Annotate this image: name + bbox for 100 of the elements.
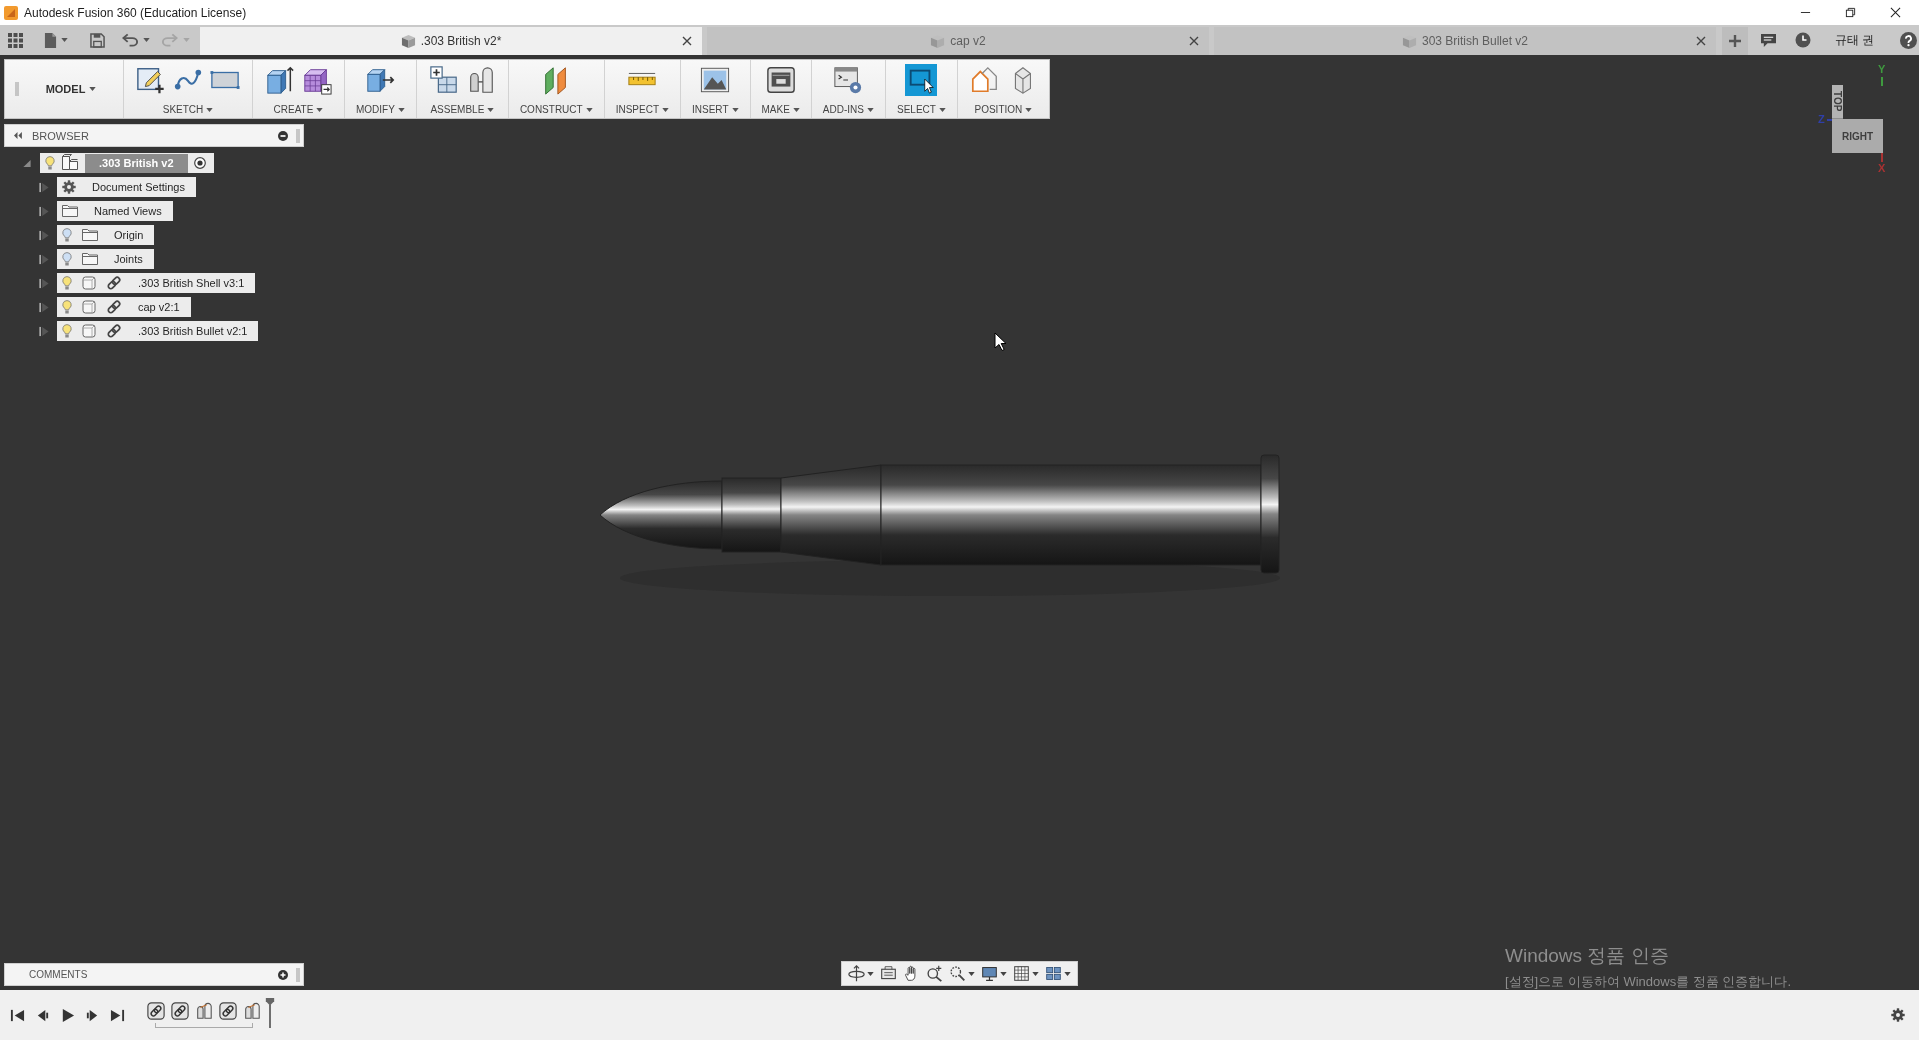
clock-icon[interactable]: [1795, 32, 1811, 48]
tree-item[interactable]: cap v2:1: [57, 297, 191, 317]
chain-square-icon[interactable]: [219, 1002, 237, 1020]
cube-icon: [400, 33, 416, 49]
document-tab[interactable]: 303 British Bullet v2: [1214, 27, 1716, 55]
link-icon: [106, 323, 122, 339]
caret-icon: [792, 107, 800, 112]
document-tab[interactable]: cap v2: [707, 27, 1209, 55]
tree-item[interactable]: .303 British Shell v3:1: [57, 273, 256, 293]
double-arrow-icon[interactable]: [13, 132, 22, 139]
caret-icon: [206, 107, 214, 112]
settings-icon[interactable]: [1891, 1008, 1905, 1022]
help-icon[interactable]: [1900, 31, 1918, 49]
device-icon[interactable]: [764, 64, 797, 96]
skip-to-end-icon[interactable]: [110, 1007, 125, 1023]
radio-button-icon[interactable]: [193, 157, 206, 169]
caret-icon: [938, 107, 946, 112]
lightbulb-icon[interactable]: [62, 300, 72, 314]
app-logo-icon: [4, 5, 18, 20]
step-forward-icon[interactable]: [85, 1007, 100, 1023]
caret-icon[interactable]: [968, 971, 975, 976]
tree-item[interactable]: Named Views: [57, 201, 173, 221]
tree-item[interactable]: .303 British Bullet v2:1: [57, 321, 259, 341]
chain-square-icon[interactable]: [171, 1002, 189, 1020]
lightbulb-icon[interactable]: [62, 252, 72, 266]
close-icon[interactable]: [1189, 36, 1199, 46]
toolbar-menu[interactable]: ASSEMBLE: [430, 104, 495, 115]
caret-icon[interactable]: [1064, 971, 1071, 976]
toolbar-menu[interactable]: MODIFY: [356, 104, 405, 115]
expand-arrow-icon[interactable]: [39, 181, 49, 193]
user-menu[interactable]: 규태 권: [1835, 25, 1875, 55]
viewports-icon[interactable]: [1045, 965, 1062, 982]
plus-circle-icon[interactable]: [278, 969, 288, 980]
activation-message: [설정]으로 이동하여 Windows를 정품 인증합니다.: [1505, 973, 1792, 990]
toolbar-menu[interactable]: CREATE: [273, 104, 324, 115]
folder-icon: [82, 253, 98, 265]
monitor-icon[interactable]: [981, 965, 998, 982]
tree-item[interactable]: Joints: [57, 249, 154, 269]
step-back-icon[interactable]: [35, 1007, 50, 1023]
file-icon[interactable]: [44, 32, 57, 48]
pillars-icon[interactable]: [195, 1002, 213, 1020]
cursor-icon: [994, 332, 1006, 351]
view-cube-face[interactable]: RIGHT: [1832, 119, 1883, 153]
chain-square-icon[interactable]: [147, 1002, 165, 1020]
box-plus-icon[interactable]: [427, 64, 460, 96]
expand-arrow-icon[interactable]: [22, 158, 32, 168]
expand-arrow-icon[interactable]: [39, 301, 49, 313]
expand-arrow-icon[interactable]: [39, 277, 49, 289]
caret-icon[interactable]: [61, 38, 68, 42]
caret-icon[interactable]: [867, 971, 874, 976]
tree-item[interactable]: Origin: [57, 225, 155, 245]
pillars-icon[interactable]: [243, 1002, 261, 1020]
expand-arrow-icon[interactable]: [39, 253, 49, 265]
axis-label: X: [1878, 162, 1886, 174]
close-icon[interactable]: [1696, 36, 1706, 46]
new-tab-button[interactable]: [1722, 27, 1748, 55]
toolbar-menu[interactable]: ADD-INS: [822, 104, 874, 115]
grid-icon[interactable]: [1013, 965, 1030, 982]
save-icon[interactable]: [90, 32, 105, 48]
toolbar-menu[interactable]: CONSTRUCT: [519, 104, 593, 115]
caret-icon[interactable]: [1000, 971, 1007, 976]
lightbulb-icon[interactable]: [45, 156, 55, 170]
lightbulb-icon[interactable]: [62, 324, 72, 338]
plus-icon: [1728, 34, 1742, 48]
caret-icon: [662, 107, 669, 112]
folder-icon: [62, 205, 78, 217]
view-cube-face[interactable]: TOP: [1832, 85, 1843, 119]
restore-icon[interactable]: [1845, 7, 1856, 18]
comment-icon[interactable]: [1760, 32, 1777, 48]
apps-grid-icon[interactable]: [8, 32, 23, 48]
tree-item[interactable]: Document Settings: [57, 177, 196, 197]
toolbar-menu[interactable]: INSERT: [692, 104, 739, 115]
toolbar-menu[interactable]: MAKE: [761, 104, 800, 115]
close-icon[interactable]: [1890, 7, 1901, 18]
undo-icon[interactable]: [122, 33, 139, 47]
expand-arrow-icon[interactable]: [39, 325, 49, 337]
timeline-marker-icon[interactable]: [265, 996, 275, 1030]
minus-circle-icon[interactable]: [278, 130, 288, 141]
screen-lines-icon[interactable]: [880, 965, 897, 982]
lightbulb-icon[interactable]: [62, 276, 72, 290]
toolbar-menu[interactable]: POSITION: [974, 104, 1033, 115]
zoom-icon[interactable]: [926, 965, 943, 982]
3d-viewport[interactable]: [0, 55, 1919, 990]
caret-icon[interactable]: [1032, 971, 1039, 976]
expand-arrow-icon[interactable]: [39, 205, 49, 217]
orbit-icon[interactable]: [848, 965, 865, 982]
play-icon[interactable]: [60, 1007, 75, 1023]
caret-icon[interactable]: [143, 38, 150, 42]
lightbulb-icon[interactable]: [62, 228, 72, 242]
skip-to-start-icon[interactable]: [10, 1007, 25, 1023]
toolbar-menu[interactable]: SELECT: [897, 104, 946, 115]
expand-arrow-icon[interactable]: [39, 229, 49, 241]
document-tab[interactable]: .303 British v2*: [200, 27, 702, 55]
toolbar-menu[interactable]: SKETCH: [162, 104, 214, 115]
box-arrow-icon[interactable]: [264, 64, 296, 96]
cursor-frame-icon[interactable]: [905, 64, 938, 96]
close-icon[interactable]: [682, 36, 692, 46]
workspace-menu[interactable]: MODEL: [19, 60, 123, 118]
dotted-magnifier-icon[interactable]: [949, 965, 966, 982]
toolbar-menu[interactable]: INSPECT: [615, 104, 669, 115]
